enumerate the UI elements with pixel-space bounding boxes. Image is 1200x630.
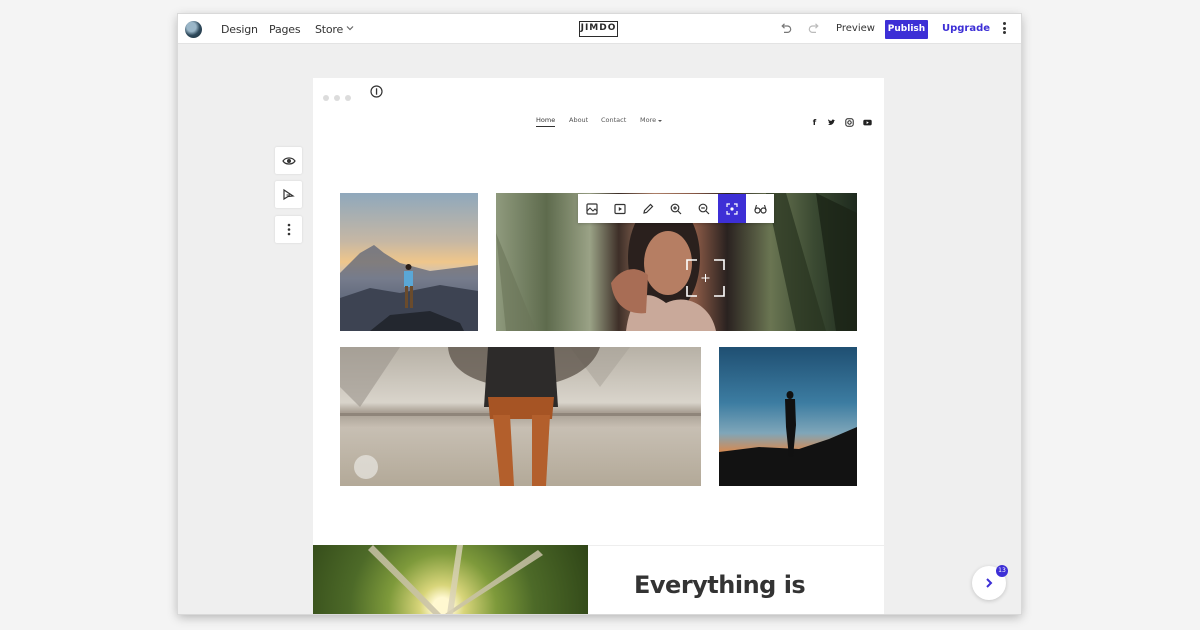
facebook-icon[interactable]: f <box>810 118 819 127</box>
side-design-button[interactable] <box>275 181 302 208</box>
image-toolbar <box>578 194 774 223</box>
mountain-scene <box>340 245 478 331</box>
section-divider <box>588 545 884 546</box>
chevron-right-icon <box>986 578 993 588</box>
slideshow-icon[interactable] <box>606 194 634 223</box>
instagram-icon[interactable] <box>845 118 854 127</box>
editor-window: Design Pages Store JIMDO Preview Publish… <box>178 14 1021 614</box>
focus-crosshair-icon[interactable] <box>686 259 725 297</box>
man-scene <box>340 347 701 486</box>
zoom-in-icon[interactable] <box>662 194 690 223</box>
site-nav-contact[interactable]: Contact <box>601 116 626 124</box>
chevron-down-icon[interactable] <box>346 23 354 33</box>
info-icon[interactable] <box>370 85 383 98</box>
sunset-silhouette-photo[interactable] <box>719 347 857 486</box>
tree-scene <box>368 545 543 614</box>
help-button[interactable]: 13 <box>972 565 1008 600</box>
user-avatar[interactable] <box>185 21 202 38</box>
edit-pencil-icon[interactable] <box>634 194 662 223</box>
silhouette-scene <box>719 391 857 486</box>
zoom-out-icon[interactable] <box>690 194 718 223</box>
section-headline[interactable]: Everything is <box>634 571 806 599</box>
more-vertical-icon <box>287 223 290 236</box>
preview-button[interactable]: Preview <box>836 23 875 34</box>
tree-canopy-photo[interactable] <box>313 545 588 614</box>
paint-icon <box>283 188 295 201</box>
side-preview-button[interactable] <box>275 147 302 174</box>
nav-store[interactable]: Store <box>315 23 343 36</box>
help-badge: 13 <box>996 565 1008 577</box>
replace-image-icon[interactable] <box>578 194 606 223</box>
caret-down-icon[interactable] <box>657 118 663 124</box>
jimdo-logo[interactable]: JIMDO <box>579 21 618 37</box>
man-sitting-photo[interactable] <box>340 347 701 486</box>
side-more-button[interactable] <box>275 216 302 243</box>
site-nav-home[interactable]: Home <box>536 116 556 127</box>
top-toolbar: Design Pages Store JIMDO Preview Publish… <box>178 14 1021 44</box>
focus-point-icon[interactable] <box>718 194 746 223</box>
redo-icon[interactable] <box>807 22 821 36</box>
twitter-icon[interactable] <box>827 118 836 127</box>
more-menu-icon[interactable] <box>1001 22 1007 36</box>
window-dots <box>323 88 356 106</box>
eye-icon <box>281 156 296 165</box>
nav-pages[interactable]: Pages <box>269 23 301 36</box>
youtube-icon[interactable] <box>863 118 872 127</box>
alt-text-glasses-icon[interactable] <box>746 194 774 223</box>
publish-button[interactable]: Publish <box>885 20 928 39</box>
site-nav-about[interactable]: About <box>569 116 588 124</box>
undo-icon[interactable] <box>779 22 793 36</box>
upgrade-button[interactable]: Upgrade <box>942 23 990 34</box>
website-canvas: Home About Contact More f Everything is <box>313 78 884 614</box>
mountain-hiker-photo[interactable] <box>340 193 478 331</box>
site-nav-more[interactable]: More <box>640 116 656 124</box>
nav-design[interactable]: Design <box>221 23 258 36</box>
